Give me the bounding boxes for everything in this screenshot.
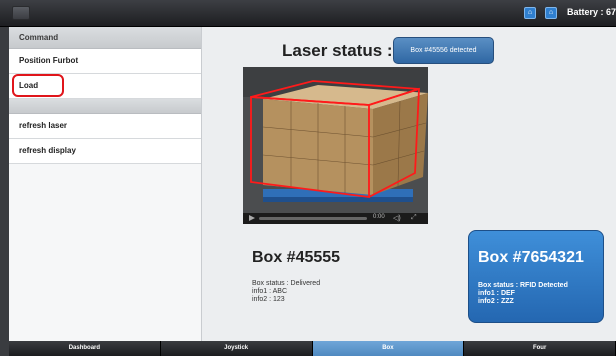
sidebar: Command Position Furbot Load refresh las… (9, 27, 202, 341)
sidebar-item-label: refresh laser (19, 121, 68, 130)
play-icon[interactable] (249, 215, 255, 221)
laser-status-badge: Box #45556 detected (393, 37, 494, 64)
main-content: Laser status : Box #45556 detected 0:00 … (202, 27, 616, 341)
tab-joystick[interactable]: Joystick (160, 341, 313, 356)
box1-info2: info2 : 123 (252, 296, 285, 303)
box1-info: Box status : Delivered info1 : ABC info2… (252, 280, 320, 304)
load-highlight (12, 74, 64, 97)
left-strip (0, 27, 9, 356)
video-time: 0:00 (373, 214, 385, 220)
tab-four[interactable]: Four (464, 341, 616, 356)
box2-status: Box status : RFID Detected (478, 282, 568, 289)
tab-bar: Dashboard Joystick Box Four (9, 341, 616, 356)
sidebar-item-refresh-laser[interactable]: refresh laser (9, 114, 201, 139)
box1-title: Box #45555 (252, 249, 341, 266)
laser-status-title: Laser status : (282, 41, 393, 60)
box2-info1: info1 : DEF (478, 290, 515, 297)
fullscreen-icon[interactable]: ⤢ (411, 214, 417, 222)
sidebar-item-position-furbot[interactable]: Position Furbot (9, 49, 201, 74)
box2-title: Box #7654321 (478, 249, 584, 266)
home-icon-secondary[interactable]: ⌂ (545, 7, 557, 19)
tab-box[interactable]: Box (312, 341, 465, 356)
sidebar-item-refresh-display[interactable]: refresh display (9, 139, 201, 164)
sidebar-header: Command (9, 27, 201, 49)
video-frame (243, 67, 428, 213)
tab-dashboard[interactable]: Dashboard (9, 341, 161, 356)
sidebar-item-load[interactable]: Load (9, 74, 201, 99)
box2-card[interactable]: Box #7654321 Box status : RFID Detected … (468, 230, 604, 323)
home-icon[interactable]: ⌂ (524, 7, 536, 19)
sidebar-item-label: refresh display (19, 146, 76, 155)
box2-info2: info2 : ZZZ (478, 298, 514, 305)
seek-bar[interactable] (259, 217, 367, 220)
top-bar: ⌂ ⌂ Battery : 67 (0, 0, 616, 27)
volume-icon[interactable]: ◁) (393, 214, 401, 222)
box1-info1: info1 : ABC (252, 288, 288, 295)
sidebar-item-label: Position Furbot (19, 56, 79, 65)
menu-button[interactable] (12, 6, 30, 20)
video-player[interactable]: 0:00 ◁) ⤢ (243, 67, 428, 224)
video-controls: 0:00 ◁) ⤢ (243, 213, 428, 224)
box1-status: Box status : Delivered (252, 280, 321, 287)
box2-info: Box status : RFID Detected info1 : DEF i… (478, 282, 568, 306)
battery-status: Battery : 67 (567, 7, 616, 17)
sidebar-divider (9, 99, 201, 114)
